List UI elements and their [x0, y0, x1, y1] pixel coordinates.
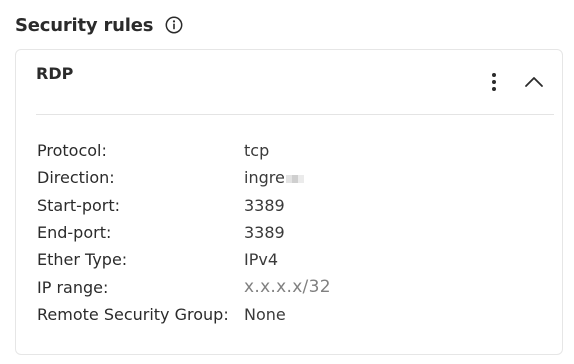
detail-value-wrapper: ingre: [244, 168, 304, 187]
rule-title: RDP: [36, 64, 74, 83]
detail-label: Remote Security Group:: [37, 304, 229, 324]
detail-label: Start-port:: [37, 195, 121, 215]
card-divider: [36, 114, 554, 115]
detail-value: 3389: [244, 223, 285, 243]
security-rule-card: RDP Protocol: tcp Direction: ingre Start…: [15, 49, 563, 355]
detail-label: Direction:: [37, 168, 115, 188]
detail-row-ether-type: Ether Type: IPv4: [37, 246, 331, 273]
detail-row-remote-security-group: Remote Security Group: None: [37, 301, 331, 328]
detail-value: IPv4: [244, 250, 279, 270]
detail-value: 3389: [244, 195, 285, 215]
detail-row-end-port: End-port: 3389: [37, 219, 331, 246]
detail-row-protocol: Protocol: tcp: [37, 137, 331, 164]
chevron-up-icon[interactable]: [521, 70, 547, 94]
detail-label: Protocol:: [37, 141, 107, 161]
detail-row-direction: Direction: ingre: [37, 164, 331, 191]
detail-label: IP range:: [37, 277, 109, 297]
detail-value: None: [244, 304, 286, 324]
detail-value: x.x.x.x/32: [244, 277, 331, 298]
kebab-menu-icon[interactable]: [482, 70, 506, 94]
detail-row-start-port: Start-port: 3389: [37, 192, 331, 219]
detail-value: ingre: [244, 168, 285, 188]
info-icon[interactable]: [165, 16, 183, 34]
detail-value: tcp: [244, 141, 270, 161]
detail-label: End-port:: [37, 223, 112, 243]
section-title: Security rules: [15, 14, 154, 36]
redacted-text: [285, 174, 304, 183]
section-header: Security rules: [15, 12, 183, 38]
rule-details: Protocol: tcp Direction: ingre Start-por…: [37, 137, 331, 328]
detail-label: Ether Type:: [37, 250, 128, 270]
detail-row-ip-range: IP range: x.x.x.x/32: [37, 273, 331, 300]
